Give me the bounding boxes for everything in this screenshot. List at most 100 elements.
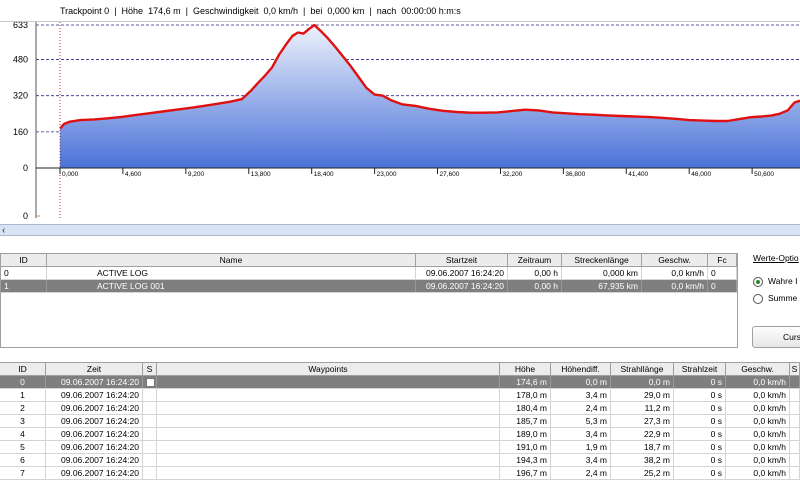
cell-s [143, 415, 157, 427]
cell-hoehendiff: 3,4 m [551, 454, 611, 466]
cell-geschw: 0,0 km/h [642, 267, 708, 279]
col-geschw[interactable]: Geschw. [726, 363, 790, 375]
cell-id: 1 [0, 389, 46, 401]
radio-summe[interactable]: Summe I [753, 293, 800, 305]
cell-id: 6 [0, 454, 46, 466]
cell-strahllaenge: 38,2 m [611, 454, 674, 466]
radio-wahre[interactable]: Wahre I [753, 276, 800, 288]
radio-selected-icon[interactable] [753, 277, 763, 287]
cell-name: ACTIVE LOG [47, 267, 416, 279]
table-row[interactable]: 1 09.06.2007 16:24:20 178,0 m 3,4 m 29,0 m0 … [0, 389, 800, 402]
status-text: Trackpoint 0 | Höhe 174,6 m | Geschwindi… [60, 6, 461, 16]
col-strahlzeit[interactable]: Strahlzeit [674, 363, 726, 375]
cell-strecke: 0,000 km [562, 267, 642, 279]
cell-fc: 0 [708, 280, 737, 292]
y-tick-label: 320 [13, 91, 28, 101]
x-tick-label: 9,200 [188, 171, 205, 178]
x-tick-label: 46,000 [691, 171, 711, 178]
cell-strahllaenge: 27,3 m [611, 415, 674, 427]
col-s[interactable]: S [143, 363, 157, 375]
cell-s2 [790, 376, 800, 388]
x-tick-label: 13,800 [251, 171, 271, 178]
table-row[interactable]: 5 09.06.2007 16:24:20 191,0 m 1,9 m 18,7 m0 … [0, 441, 800, 454]
track-table-header: ID Name Startzeit Zeitraum Streckenlänge… [1, 254, 737, 267]
col-name[interactable]: Name [47, 254, 416, 266]
cell-geschw: 0,0 km/h [726, 467, 790, 479]
cell-strahlzeit: 0 s [674, 428, 726, 440]
cell-zeit: 09.06.2007 16:24:20 [46, 467, 143, 479]
table-row[interactable]: 7 09.06.2007 16:24:20 196,7 m 2,4 m 25,2 m0 … [0, 467, 800, 480]
cell-hoehendiff: 2,4 m [551, 402, 611, 414]
elevation-chart[interactable]: 633 480 320 160 0 0,000 4,600 9,200 13,800 18,40… [0, 22, 800, 222]
cell-geschw: 0,0 km/h [726, 376, 790, 388]
col-hoehendiff[interactable]: Höhendiff. [551, 363, 611, 375]
cursor-button[interactable]: Curs [752, 326, 800, 348]
col-hoehe[interactable]: Höhe [500, 363, 551, 375]
table-row-selected[interactable]: 0 09.06.2007 16:24:20 174,6 m 0,0 m 0,0 m0 s… [0, 376, 800, 389]
waypoint-table[interactable]: ID Zeit S Waypoints Höhe Höhendiff. Stra… [0, 362, 800, 503]
table-row[interactable]: 2 09.06.2007 16:24:20 180,4 m 2,4 m 11,2 m0 … [0, 402, 800, 415]
cell-hoehe: 189,0 m [500, 428, 551, 440]
col-zeit[interactable]: Zeit [46, 363, 143, 375]
col-fc[interactable]: Fc [708, 254, 737, 266]
checkbox-icon[interactable] [146, 378, 155, 388]
cell-hoehe: 194,3 m [500, 454, 551, 466]
cell-geschw: 0,0 km/h [726, 454, 790, 466]
table-row-selected[interactable]: 1 ACTIVE LOG 001 09.06.2007 16:24:20 0,0… [1, 280, 737, 293]
x-tick-label: 18,400 [314, 171, 334, 178]
status-hoehe: Höhe 174,6 m [121, 6, 181, 16]
table-row[interactable]: 6 09.06.2007 16:24:20 194,3 m 3,4 m 38,2 m0 … [0, 454, 800, 467]
cell-hoehe: 185,7 m [500, 415, 551, 427]
col-streckenlaenge[interactable]: Streckenlänge [562, 254, 642, 266]
x-tick-label: 23,000 [377, 171, 397, 178]
cell-strahlzeit: 0 s [674, 454, 726, 466]
cell-fc: 0 [708, 267, 737, 279]
status-bar: Trackpoint 0 | Höhe 174,6 m | Geschwindi… [0, 0, 800, 22]
cell-id: 7 [0, 467, 46, 479]
x-tick-label: 0,000 [62, 171, 79, 178]
track-table[interactable]: ID Name Startzeit Zeitraum Streckenlänge… [0, 253, 738, 348]
cell-s2 [790, 467, 800, 479]
col-s2[interactable]: S [790, 363, 800, 375]
col-id[interactable]: ID [0, 363, 46, 375]
col-strahllaenge[interactable]: Strahllänge [611, 363, 674, 375]
cell-hoehendiff: 1,9 m [551, 441, 611, 453]
status-nach: nach 00:00:00 h:m:s [376, 6, 461, 16]
cell-s [143, 428, 157, 440]
cell-strecke: 67,935 km [562, 280, 642, 292]
cell-strahllaenge: 0,0 m [611, 376, 674, 388]
col-startzeit[interactable]: Startzeit [416, 254, 508, 266]
y-tick-label: 160 [13, 127, 28, 137]
table-row[interactable]: 3 09.06.2007 16:24:20 185,7 m 5,3 m 27,3 m0 … [0, 415, 800, 428]
cell-id: 0 [0, 376, 46, 388]
cell-id: 0 [1, 267, 47, 279]
cell-s [143, 441, 157, 453]
cell-hoehendiff: 3,4 m [551, 389, 611, 401]
elevation-chart-svg[interactable]: 633 480 320 160 0 0,000 4,600 9,200 13,800 18,40… [0, 22, 800, 222]
cell-hoehendiff: 5,3 m [551, 415, 611, 427]
elevation-area [60, 25, 800, 168]
cell-strahllaenge: 18,7 m [611, 441, 674, 453]
col-id[interactable]: ID [1, 254, 47, 266]
cell-s [143, 402, 157, 414]
cell-id: 3 [0, 415, 46, 427]
table-row[interactable]: 4 09.06.2007 16:24:20 189,0 m 3,4 m 22,9 m0 … [0, 428, 800, 441]
cell-zeit: 09.06.2007 16:24:20 [46, 415, 143, 427]
radio-unselected-icon[interactable] [753, 294, 763, 304]
radio-wahre-label: Wahre I [768, 276, 798, 286]
werte-options-panel: Werte-Optio Wahre I Summe I Curs [740, 248, 800, 353]
x-tick-label: 36,800 [565, 171, 585, 178]
cell-id: 5 [0, 441, 46, 453]
cell-startzeit: 09.06.2007 16:24:20 [416, 280, 508, 292]
cell-geschw: 0,0 km/h [642, 280, 708, 292]
cell-geschw: 0,0 km/h [726, 428, 790, 440]
col-zeitraum[interactable]: Zeitraum [508, 254, 562, 266]
x-tick-label: 41,400 [628, 171, 648, 178]
chart-horizontal-scrollbar[interactable]: ‹ [0, 224, 800, 236]
col-geschw[interactable]: Geschw. [642, 254, 708, 266]
table-row[interactable]: 0 ACTIVE LOG 09.06.2007 16:24:20 0,00 h … [1, 267, 737, 280]
scroll-left-icon[interactable]: ‹ [2, 225, 5, 236]
cell-waypoint [157, 376, 500, 388]
cell-zeitraum: 0,00 h [508, 267, 562, 279]
col-waypoints[interactable]: Waypoints [157, 363, 500, 375]
